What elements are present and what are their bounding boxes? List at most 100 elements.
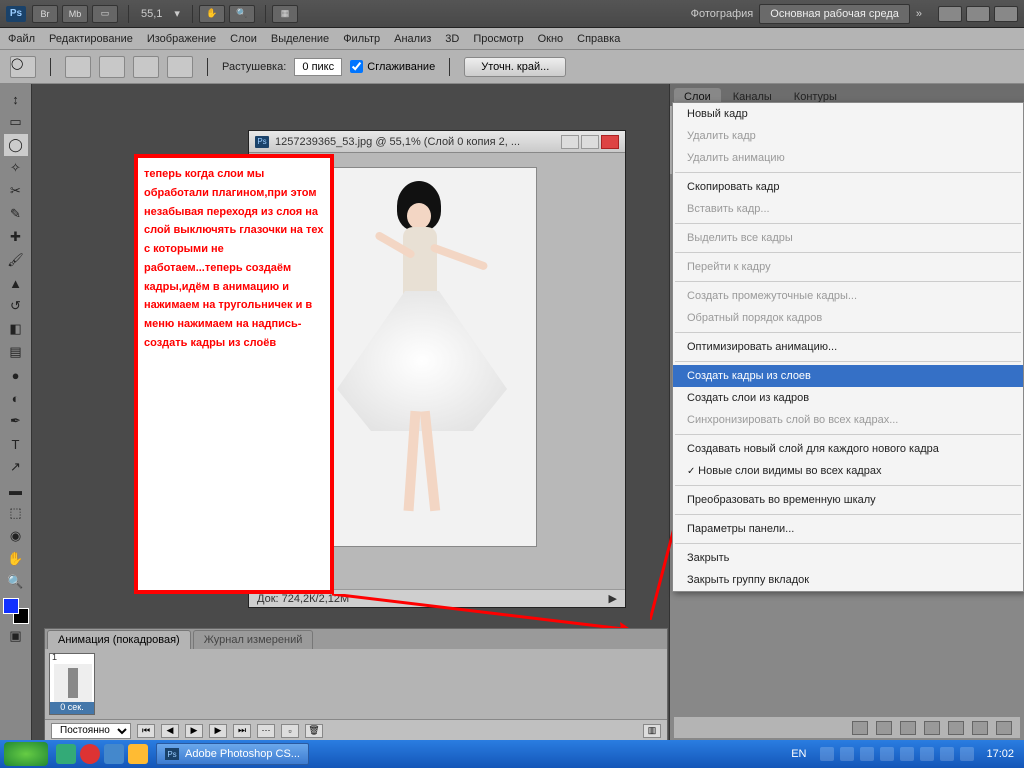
layer-mask-icon[interactable] — [900, 721, 916, 735]
first-frame-button[interactable]: ⏮ — [137, 724, 155, 738]
arrange-button[interactable]: ▦ — [272, 5, 298, 23]
dodge-tool[interactable]: ◐ — [4, 387, 28, 409]
menu-optimize-animation[interactable]: Оптимизировать анимацию... — [673, 336, 1023, 358]
zoom-button[interactable]: 🔍 — [229, 5, 255, 23]
marquee-tool[interactable]: ▭ — [4, 111, 28, 133]
shape-tool[interactable]: ▬ — [4, 479, 28, 501]
taskbar-app-photoshop[interactable]: Ps Adobe Photoshop CS... — [156, 743, 309, 765]
tray-icon-5[interactable] — [900, 747, 914, 761]
doc-maximize-button[interactable] — [581, 135, 599, 149]
start-button[interactable] — [4, 742, 48, 766]
heal-tool[interactable]: ✚ — [4, 226, 28, 248]
window-close-button[interactable] — [994, 6, 1018, 22]
taskbar-clock[interactable]: 17:02 — [986, 748, 1014, 760]
ql-folder-icon[interactable] — [128, 744, 148, 764]
workspace-switcher[interactable]: Основная рабочая среда — [759, 4, 910, 24]
tray-icon-2[interactable] — [840, 747, 854, 761]
next-frame-button[interactable]: ▶ — [209, 724, 227, 738]
essentials-label[interactable]: Фотография — [691, 8, 754, 20]
ql-ie-icon[interactable] — [104, 744, 124, 764]
feather-input[interactable] — [294, 58, 342, 76]
last-frame-button[interactable]: ⏭ — [233, 724, 251, 738]
new-frame-button[interactable]: ▫ — [281, 724, 299, 738]
delete-layer-icon[interactable] — [996, 721, 1012, 735]
zoom-tool[interactable]: 🔍 — [4, 571, 28, 593]
tray-antivirus-icon[interactable] — [920, 747, 934, 761]
3d-camera-tool[interactable]: ◉ — [4, 525, 28, 547]
wand-tool[interactable]: ✧ — [4, 157, 28, 179]
doc-status-arrow-icon[interactable]: ▶ — [609, 592, 617, 605]
blur-tool[interactable]: ● — [4, 364, 28, 386]
play-button[interactable]: ▶ — [185, 724, 203, 738]
layer-style-icon[interactable] — [876, 721, 892, 735]
doc-close-button[interactable] — [601, 135, 619, 149]
menu-panel-options[interactable]: Параметры панели... — [673, 518, 1023, 540]
screenmode-button[interactable]: ▭ — [92, 5, 118, 23]
zoom-level[interactable]: 55,1 — [141, 8, 162, 20]
menu-new-layers-visible[interactable]: Новые слои видимы во всех кадрах — [673, 460, 1023, 482]
menu-make-frames-from-layers[interactable]: Создать кадры из слоев — [673, 365, 1023, 387]
menu-image[interactable]: Изображение — [147, 33, 216, 45]
hand-tool[interactable]: ✋ — [4, 548, 28, 570]
selection-subtract-icon[interactable] — [133, 56, 159, 78]
menu-select[interactable]: Выделение — [271, 33, 329, 45]
timeline-mode-button[interactable]: ▥ — [643, 724, 661, 738]
brush-tool[interactable]: 🖌 — [4, 249, 28, 271]
eyedropper-tool[interactable]: ✎ — [4, 203, 28, 225]
stamp-tool[interactable]: ▲ — [4, 272, 28, 294]
history-brush-tool[interactable]: ↺ — [4, 295, 28, 317]
menu-file[interactable]: Файл — [8, 33, 35, 45]
selection-intersect-icon[interactable] — [167, 56, 193, 78]
gradient-tool[interactable]: ▤ — [4, 341, 28, 363]
type-tool[interactable]: T — [4, 433, 28, 455]
ql-opera-icon[interactable] — [80, 744, 100, 764]
color-swatches[interactable] — [3, 598, 29, 624]
new-layer-icon[interactable] — [972, 721, 988, 735]
3d-tool[interactable]: ⬚ — [4, 502, 28, 524]
refine-edge-button[interactable]: Уточн. край... — [464, 57, 566, 77]
tween-button[interactable]: ⋯ — [257, 724, 275, 738]
adjustment-layer-icon[interactable] — [924, 721, 940, 735]
tray-icon-1[interactable] — [820, 747, 834, 761]
tray-icon-7[interactable] — [940, 747, 954, 761]
menu-convert-timeline[interactable]: Преобразовать во временную шкалу — [673, 489, 1023, 511]
document-titlebar[interactable]: Ps 1257239365_53.jpg @ 55,1% (Слой 0 коп… — [249, 131, 625, 153]
menu-help[interactable]: Справка — [577, 33, 620, 45]
bridge-button[interactable]: Br — [32, 5, 58, 23]
lasso-tool[interactable]: ◯ — [4, 134, 28, 156]
delete-frame-button[interactable]: 🗑 — [305, 724, 323, 738]
menu-analysis[interactable]: Анализ — [394, 33, 431, 45]
foreground-color-swatch[interactable] — [3, 598, 19, 614]
frame-duration[interactable]: 0 сек. — [50, 702, 94, 714]
tray-volume-icon[interactable] — [880, 747, 894, 761]
minibridge-button[interactable]: Mb — [62, 5, 88, 23]
animation-tab[interactable]: Анимация (покадровая) — [47, 630, 191, 649]
menu-filter[interactable]: Фильтр — [343, 33, 380, 45]
animation-frame-1[interactable]: 1 0 сек. — [49, 653, 95, 715]
language-indicator[interactable]: EN — [791, 748, 806, 760]
menu-view[interactable]: Просмотр — [473, 33, 523, 45]
menu-new-frame[interactable]: Новый кадр — [673, 103, 1023, 125]
zoom-dropdown-icon[interactable]: ▾ — [174, 7, 180, 20]
menu-new-layer-per-frame[interactable]: Создавать новый слой для каждого нового … — [673, 438, 1023, 460]
selection-add-icon[interactable] — [99, 56, 125, 78]
tray-icon-8[interactable] — [960, 747, 974, 761]
quickmask-toggle[interactable]: ▣ — [4, 625, 28, 647]
tray-icon-3[interactable] — [860, 747, 874, 761]
eraser-tool[interactable]: ◧ — [4, 318, 28, 340]
menu-close-panel[interactable]: Закрыть — [673, 547, 1023, 569]
window-minimize-button[interactable] — [938, 6, 962, 22]
menu-window[interactable]: Окно — [538, 33, 564, 45]
workspace-more-icon[interactable]: » — [916, 8, 922, 20]
pen-tool[interactable]: ✒ — [4, 410, 28, 432]
layer-group-icon[interactable] — [948, 721, 964, 735]
current-tool-icon[interactable]: ◯ — [10, 56, 36, 78]
window-restore-button[interactable] — [966, 6, 990, 22]
menu-flatten-frames[interactable]: Создать слои из кадров — [673, 387, 1023, 409]
menu-close-tab-group[interactable]: Закрыть группу вкладок — [673, 569, 1023, 591]
antialias-checkbox[interactable]: Сглаживание — [350, 60, 435, 73]
crop-tool[interactable]: ✂ — [4, 180, 28, 202]
path-tool[interactable]: ↗ — [4, 456, 28, 478]
selection-new-icon[interactable] — [65, 56, 91, 78]
ql-icon-1[interactable] — [56, 744, 76, 764]
